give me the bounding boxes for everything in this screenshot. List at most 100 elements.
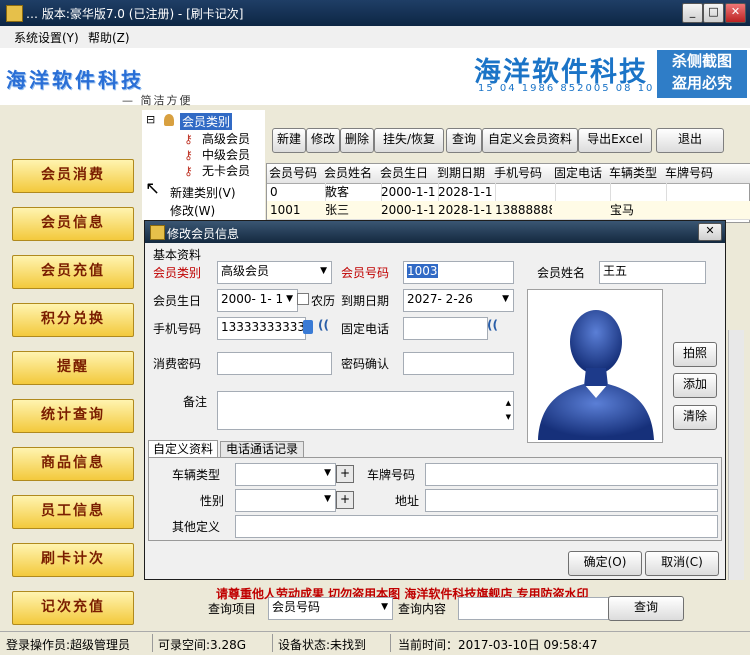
new-category-link[interactable]: 新建类别(V) [170,184,236,201]
tree-item-nocard[interactable]: 无卡会员 [202,162,250,179]
phone-icon[interactable] [303,320,313,334]
nav-member-info[interactable]: 会员信息 [12,207,134,241]
password-confirm-label: 密码确认 [341,357,390,371]
maximize-button[interactable]: □ [703,3,724,23]
member-type-select[interactable]: 高级会员 ▼ [217,261,332,284]
edit-button[interactable]: 修改 [306,128,340,153]
grid-cell[interactable]: 1001 [267,201,326,220]
minimize-button[interactable]: _ [682,3,703,23]
grid-cell[interactable]: 2000-1-1 P [378,201,439,220]
grid-cell[interactable] [552,201,611,220]
scroll-down-icon[interactable]: ▼ [506,408,511,427]
grid-cell[interactable]: 散客 [322,183,382,202]
dialog-close-button[interactable]: ✕ [698,223,722,241]
grid-header[interactable]: 会员号码 [267,164,325,184]
other-def-input[interactable] [235,515,718,538]
tab-custom-data[interactable]: 自定义资料 [148,440,218,457]
address-input[interactable] [425,489,718,512]
add-gender-icon[interactable]: + [336,491,354,509]
call-icon[interactable]: (( [318,318,329,332]
search-button[interactable]: 查询 [608,596,684,621]
address-label: 地址 [395,494,420,508]
grid-header[interactable]: 会员生日 [378,164,438,184]
search-item-select[interactable]: 会员号码 ▼ [268,597,393,620]
edit-category-link[interactable]: 修改(W) [170,202,215,219]
menu-settings[interactable]: 系统设置(Y) [14,29,79,46]
tree-item-middle[interactable]: 中级会员 [202,146,250,163]
nav-statistics[interactable]: 统计查询 [12,399,134,433]
vehicle-type-select[interactable]: ▼ [235,463,336,486]
fixed-phone-label: 固定电话 [341,322,390,336]
nav-goods-info[interactable]: 商品信息 [12,447,134,481]
nav-points-exchange[interactable]: 积分兑换 [12,303,134,337]
nav-card-count[interactable]: 刷卡计次 [12,543,134,577]
grid-cell[interactable]: 2000-1-1 P [378,183,439,202]
grid-cell[interactable]: 宝马 [607,201,667,220]
member-name-input[interactable]: 王五 [599,261,706,284]
title-bar: … 版本:豪华版7.0 (已注册) - [刷卡记次] _ □ ✕ [0,0,750,26]
new-button[interactable]: 新建 [272,128,306,153]
window-title: … 版本:豪华版7.0 (已注册) - [刷卡记次] [26,7,244,21]
nav-member-recharge[interactable]: 会员充值 [12,255,134,289]
delete-button[interactable]: 删除 [340,128,374,153]
dialog-title-bar: 修改会员信息 ✕ [145,221,725,243]
menu-help[interactable]: 帮助(Z) [88,29,130,46]
grid-cell[interactable] [607,183,667,202]
tree-root[interactable]: 会员类别 [180,113,233,130]
grid-header[interactable]: 会员姓名 [322,164,381,184]
tree-toggle-icon[interactable]: ⊟ [146,113,155,126]
plate-input[interactable] [425,463,718,486]
grid-cell[interactable]: 138888888 [492,201,556,220]
search-content-input[interactable] [458,597,613,620]
grid-header[interactable]: 固定电话 [552,164,610,184]
grid-header[interactable]: 到期日期 [435,164,495,184]
note-textarea[interactable]: ▲ ▼ [217,391,514,430]
query-button[interactable]: 查询 [446,128,482,153]
mobile-label: 手机号码 [153,322,202,336]
status-separator [390,634,391,652]
cancel-button[interactable]: 取消(C) [645,551,719,576]
close-button[interactable]: ✕ [725,3,746,23]
grid-header[interactable]: 车辆类型 [607,164,666,184]
take-photo-button[interactable]: 拍照 [673,342,717,367]
consume-password-input[interactable] [217,352,332,375]
grid-cell[interactable]: 2028-1-1 P [435,201,496,220]
grid-cell[interactable]: 0 [267,183,326,202]
grid-cell[interactable]: 2028-1-1 P [435,183,496,202]
nav-member-consume[interactable]: 会员消费 [12,159,134,193]
export-excel-button[interactable]: 导出Excel [578,128,652,153]
report-loss-button[interactable]: 挂失/恢复 [374,128,444,153]
consume-password-label: 消费密码 [153,357,202,371]
mobile-input[interactable]: 13333333333 [217,317,306,340]
exit-button[interactable]: 退出 [656,128,724,153]
lunar-checkbox[interactable] [297,293,309,305]
custom-member-data-button[interactable]: 自定义会员资料 [482,128,578,153]
grid-cell[interactable] [492,183,556,202]
grid-scrollbar[interactable] [728,330,744,580]
grid-cell[interactable] [663,201,750,220]
gender-select[interactable]: ▼ [235,489,336,512]
tree-item-senior[interactable]: 高级会员 [202,130,250,147]
ok-button[interactable]: 确定(O) [568,551,642,576]
clear-photo-button[interactable]: 清除 [673,405,717,430]
member-group-icon [164,114,174,126]
member-no-value: 1003 [407,264,438,278]
fixed-phone-input[interactable] [403,317,488,340]
add-photo-button[interactable]: 添加 [673,373,717,398]
grid-cell[interactable]: 张三 [322,201,382,220]
grid-cell[interactable] [663,183,750,202]
birthday-picker[interactable]: 2000- 1- 1 ▼ [217,289,298,312]
add-vehicle-type-icon[interactable]: + [336,465,354,483]
grid-cell[interactable] [552,183,611,202]
call-icon[interactable]: (( [487,318,498,332]
grid-header[interactable]: 手机号码 [492,164,555,184]
expire-picker[interactable]: 2027- 2-26 ▼ [403,289,514,312]
nav-staff-info[interactable]: 员工信息 [12,495,134,529]
grid-header[interactable]: 车牌号码 [663,164,750,184]
nav-reminder[interactable]: 提醒 [12,351,134,385]
tab-call-records[interactable]: 电话通话记录 [220,441,304,457]
status-separator [272,634,273,652]
nav-count-recharge[interactable]: 记次充值 [12,591,134,625]
password-confirm-input[interactable] [403,352,514,375]
member-no-input[interactable]: 1003 [403,261,514,284]
